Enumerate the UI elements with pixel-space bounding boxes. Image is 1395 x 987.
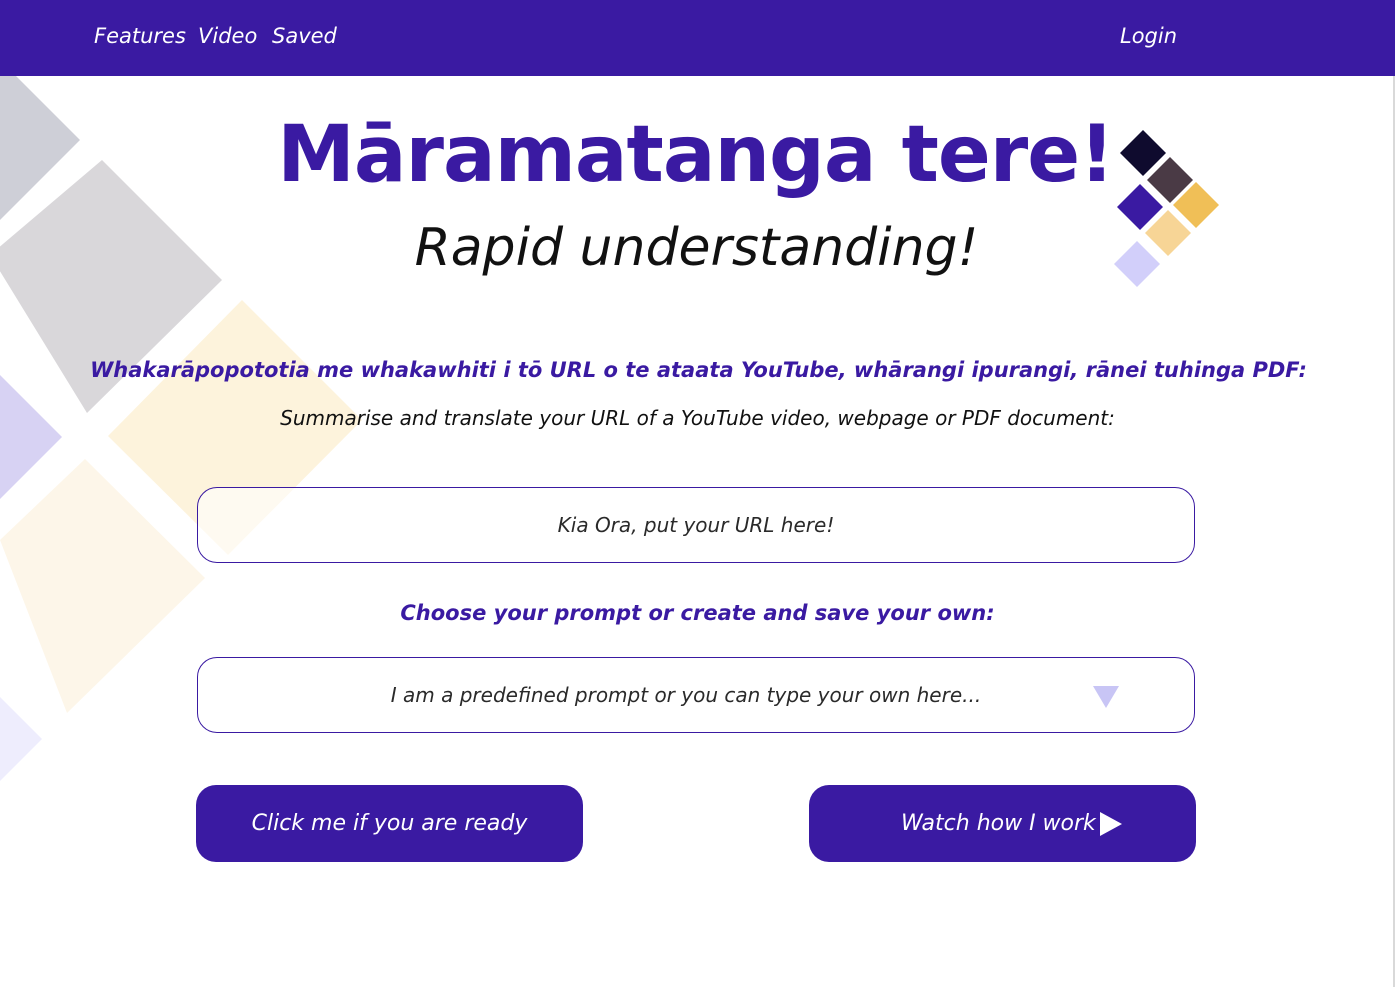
prompt-label: Choose your prompt or create and save yo…	[400, 601, 995, 625]
page-title-text: Māramatanga tere!	[277, 110, 1114, 200]
diamond-mosaic-logo	[1114, 130, 1219, 287]
url-input[interactable]	[198, 488, 1194, 562]
maori-instructions-text: Whakarāpopototia me whakawhiti i tō URL …	[90, 358, 1307, 382]
nav-link-features[interactable]: Features	[94, 24, 186, 48]
english-instructions-text: Summarise and translate your URL of a Yo…	[280, 406, 1115, 430]
login-link[interactable]: Login	[1120, 24, 1177, 48]
page-subtitle-text: Rapid understanding!	[414, 218, 979, 278]
english-instructions: Summarise and translate your URL of a Yo…	[0, 406, 1395, 430]
ready-button[interactable]: Click me if you are ready	[196, 785, 583, 862]
top-navigation-bar: Features Video Saved Login	[0, 0, 1395, 76]
prompt-select	[197, 657, 1195, 733]
watch-button-label: Watch how I work	[901, 811, 1096, 836]
watch-video-button[interactable]: Watch how I work	[809, 785, 1196, 862]
logo-diamond-lavender	[1114, 241, 1160, 287]
ready-button-label: Click me if you are ready	[251, 811, 528, 836]
nav-link-saved[interactable]: Saved	[272, 24, 337, 48]
bg-diamond-lavender	[0, 375, 62, 499]
url-field	[197, 487, 1195, 563]
bg-diamond-pale	[0, 697, 42, 781]
maori-instructions: Whakarāpopototia me whakawhiti i tō URL …	[0, 358, 1395, 382]
prompt-input[interactable]	[198, 658, 1194, 732]
nav-link-video[interactable]: Video	[198, 24, 257, 48]
chevron-down-icon[interactable]	[1093, 686, 1119, 708]
play-icon	[1100, 812, 1122, 836]
